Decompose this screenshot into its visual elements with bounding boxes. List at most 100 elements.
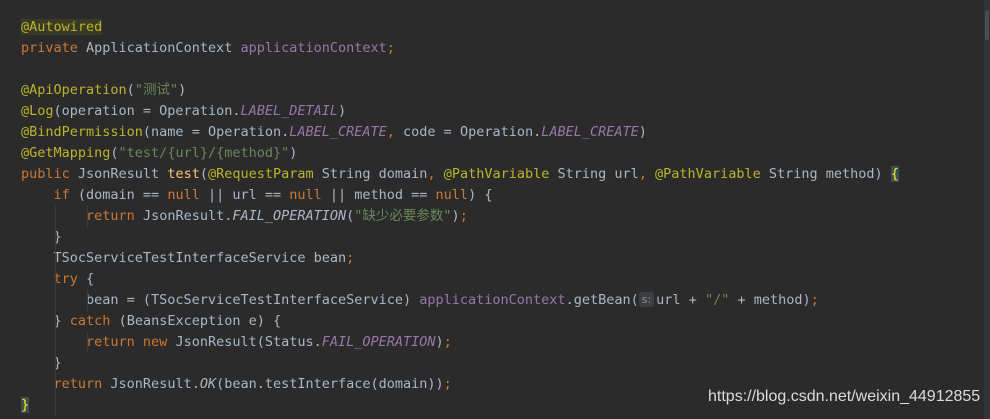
code-token: @PathVariable [655, 166, 769, 182]
code-line[interactable]: return JsonResult.FAIL_OPERATION("缺少必要参数… [0, 206, 970, 227]
code-token: ; [386, 40, 395, 56]
code-token: JsonResult. [110, 376, 200, 392]
code-token: ; [346, 250, 355, 266]
code-line-content: public JsonResult test(@RequestParam Str… [21, 164, 899, 185]
code-token: url + [656, 292, 705, 308]
code-line[interactable]: @Autowired [0, 17, 970, 38]
code-token: @RequestParam [207, 166, 322, 182]
code-line[interactable]: @BindPermission(name = Operation.LABEL_C… [0, 122, 970, 143]
code-editor[interactable]: @Autowired private ApplicationContext app… [0, 0, 990, 419]
code-token: LABEL_CREATE [541, 124, 639, 140]
code-line[interactable]: private ApplicationContext applicationCo… [0, 38, 970, 59]
code-token: applicationContext [419, 292, 566, 308]
code-token: .getBean( [565, 292, 639, 308]
code-token: (BeansException e) { [118, 313, 282, 329]
code-token: } [21, 397, 30, 413]
code-line[interactable]: } [0, 227, 970, 248]
code-line[interactable]: public JsonResult test(@RequestParam Str… [0, 164, 970, 185]
code-token: @GetMapping [21, 145, 111, 161]
indent-guide [55, 206, 56, 416]
code-token: String method) [768, 166, 891, 182]
code-token: bean = (TSocServiceTestInterfaceService) [21, 292, 420, 308]
code-line[interactable] [0, 59, 970, 80]
code-token: String url [557, 166, 639, 182]
code-token: TSocServiceTestInterfaceService bean [21, 250, 347, 266]
code-line[interactable]: bean = (TSocServiceTestInterfaceService)… [0, 290, 970, 311]
indent-guide [87, 290, 88, 311]
code-line[interactable]: return new JsonResult(Status.FAIL_OPERAT… [0, 332, 970, 353]
code-token: (operation = Operation. [53, 103, 241, 119]
code-token: null [289, 187, 330, 203]
code-token: LABEL_CREATE [289, 124, 387, 140]
code-token: ) [435, 334, 444, 350]
code-token: ; [443, 334, 452, 350]
code-token: String domain [321, 166, 428, 182]
code-token: code = Operation. [403, 124, 542, 140]
code-token: ) [638, 124, 647, 140]
code-token: private [21, 40, 87, 56]
code-token: "/" [704, 292, 730, 308]
code-line-content: return JsonResult.FAIL_OPERATION("缺少必要参数… [21, 206, 468, 227]
code-line-content: if (domain == null || url == null || met… [21, 185, 493, 206]
code-token: @Log [21, 103, 54, 119]
code-line-content: TSocServiceTestInterfaceService bean; [21, 248, 355, 269]
code-token: return [53, 376, 111, 392]
indent-guide [87, 206, 88, 227]
code-token: { [86, 271, 95, 287]
code-token: (bean.testInterface(domain)) [216, 376, 444, 392]
watermark-text: https://blog.csdn.net/weixin_44912855 [708, 388, 981, 405]
code-token: JsonResult(Status. [175, 334, 322, 350]
code-token: (name = Operation. [142, 124, 290, 140]
code-token: ) [178, 82, 187, 98]
code-line[interactable]: try { [0, 269, 970, 290]
code-token: } [21, 313, 70, 329]
code-token: ) [289, 145, 298, 161]
code-line-content: @Log(operation = Operation.LABEL_DETAIL) [21, 101, 346, 122]
code-line-content: try { [21, 269, 95, 290]
code-line[interactable]: TSocServiceTestInterfaceService bean; [0, 248, 970, 269]
code-token: @Autowired [21, 19, 103, 35]
code-line[interactable]: } catch (BeansException e) { [0, 311, 970, 332]
code-line[interactable]: @Log(operation = Operation.LABEL_DETAIL) [0, 101, 970, 122]
code-token: null [167, 187, 208, 203]
code-line-content: @Autowired [21, 17, 103, 38]
code-token: FAIL_OPERATION [232, 208, 347, 224]
code-line-content: return new JsonResult(Status.FAIL_OPERAT… [21, 332, 452, 353]
code-line-content: return JsonResult.OK(bean.testInterface(… [21, 374, 452, 395]
vertical-scrollbar[interactable] [984, 0, 990, 419]
code-line[interactable]: } [0, 353, 970, 374]
code-token: ) [451, 208, 460, 224]
code-line-content: private ApplicationContext applicationCo… [21, 38, 395, 59]
code-line-content: @ApiOperation("测试") [21, 80, 186, 101]
code-token: if [53, 187, 78, 203]
code-line[interactable]: if (domain == null || url == null || met… [0, 185, 970, 206]
code-token: { [890, 166, 899, 182]
code-line-content: } catch (BeansException e) { [21, 311, 282, 332]
code-line-content: @BindPermission(name = Operation.LABEL_C… [21, 122, 647, 143]
code-token: ( [126, 82, 135, 98]
code-token: ; [443, 376, 452, 392]
code-token: , [427, 166, 444, 182]
code-line[interactable]: @ApiOperation("测试") [0, 80, 970, 101]
code-token: FAIL_OPERATION [321, 334, 436, 350]
code-token: , [638, 166, 656, 182]
code-token: , [386, 124, 404, 140]
code-token: JsonResult [77, 166, 168, 182]
code-token: test [167, 166, 200, 182]
code-token: ) [338, 103, 347, 119]
code-token: ; [810, 292, 819, 308]
code-token: || method == [329, 187, 436, 203]
code-token: ( [110, 145, 119, 161]
code-token: @ApiOperation [21, 82, 127, 98]
code-token: (domain == [77, 187, 168, 203]
scrollbar-thumb[interactable] [985, 10, 989, 40]
code-line[interactable]: @GetMapping("test/{url}/{method}") [0, 143, 970, 164]
code-token: OK [199, 376, 217, 392]
code-token: ) { [468, 187, 493, 203]
code-token: @PathVariable [443, 166, 558, 182]
code-token: return [86, 208, 143, 224]
code-token: return new [86, 334, 176, 350]
